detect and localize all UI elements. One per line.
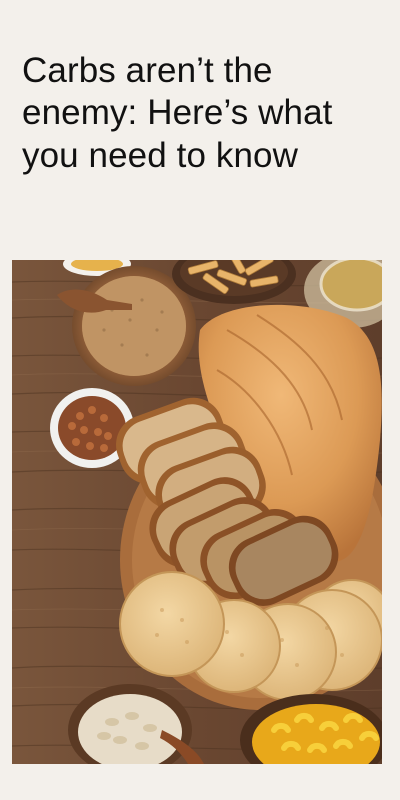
bread-grains-illustration (12, 260, 382, 764)
article-screen: Carbs aren’t the enemy: Here’s what you … (0, 0, 400, 800)
article-hero-image (12, 260, 382, 764)
article-title: Carbs aren’t the enemy: Here’s what you … (22, 51, 333, 175)
